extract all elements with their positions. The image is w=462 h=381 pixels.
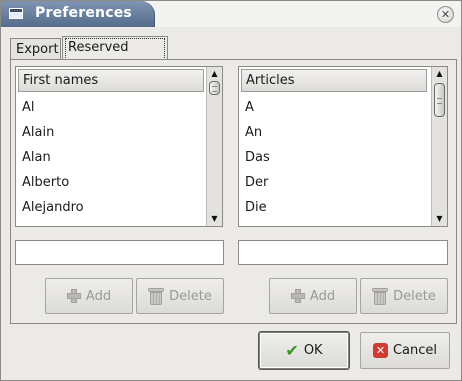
list-item[interactable]: Al [22, 95, 84, 120]
scroll-up-arrow-icon[interactable]: ▲ [207, 67, 222, 81]
add-first-name-button[interactable]: Add [45, 278, 133, 314]
add-button-label: Add [85, 288, 112, 304]
first-names-list[interactable]: First names Al Alain Alan Alberto Alejan… [15, 66, 223, 227]
tab-reserved-words[interactable]: Reserved words [62, 36, 168, 76]
ok-button[interactable]: ✔ OK [259, 332, 349, 369]
close-button[interactable]: ✕ [437, 6, 454, 23]
title-tab[interactable]: Preferences [1, 1, 155, 27]
first-name-input[interactable] [15, 240, 224, 265]
list-item[interactable]: Die [245, 195, 270, 220]
cancel-x-icon: ✕ [372, 343, 388, 358]
delete-button-label: Delete [393, 288, 436, 304]
scrollbar-thumb[interactable] [209, 81, 220, 95]
ok-button-label: OK [303, 343, 323, 358]
list-item[interactable]: Das [245, 145, 270, 170]
articles-rows: A An Das Der Die [245, 95, 270, 220]
window-title: Preferences [35, 5, 132, 21]
trash-icon [372, 287, 389, 305]
list-item[interactable]: Alain [22, 120, 84, 145]
delete-button-label: Delete [169, 288, 212, 304]
tab-export[interactable]: Export [10, 38, 61, 60]
window-icon [9, 8, 23, 19]
list-item[interactable]: Alejandro [22, 195, 84, 220]
articles-scrollbar[interactable]: ▲ ▼ [431, 67, 447, 226]
cancel-button-label: Cancel [392, 343, 438, 358]
preferences-window: Preferences ✕ Export Reserved words Firs… [0, 0, 462, 381]
article-input[interactable] [238, 240, 448, 265]
plus-icon [66, 289, 81, 303]
list-item[interactable]: Alberto [22, 170, 84, 195]
list-item[interactable]: A [245, 95, 270, 120]
delete-article-button[interactable]: Delete [360, 278, 448, 314]
trash-icon [148, 287, 165, 305]
add-button-label: Add [309, 288, 336, 304]
delete-first-name-button[interactable]: Delete [136, 278, 224, 314]
close-icon: ✕ [440, 8, 451, 21]
list-item[interactable]: Der [245, 170, 270, 195]
scroll-up-arrow-icon[interactable]: ▲ [432, 67, 447, 81]
articles-column-header[interactable]: Articles [241, 69, 427, 92]
first-names-scrollbar[interactable]: ▲ ▼ [206, 67, 222, 226]
first-names-rows: Al Alain Alan Alberto Alejandro [22, 95, 84, 220]
cancel-button[interactable]: ✕ Cancel [360, 332, 450, 369]
title-bar[interactable]: Preferences ✕ [1, 1, 461, 27]
plus-icon [290, 289, 305, 303]
list-item[interactable]: Alan [22, 145, 84, 170]
scrollbar-thumb[interactable] [434, 83, 445, 117]
scroll-down-arrow-icon[interactable]: ▼ [432, 212, 447, 226]
scroll-down-arrow-icon[interactable]: ▼ [207, 212, 222, 226]
add-article-button[interactable]: Add [269, 278, 357, 314]
checkmark-icon: ✔ [285, 340, 299, 360]
first-names-column-header[interactable]: First names [18, 69, 204, 92]
list-item[interactable]: An [245, 120, 270, 145]
articles-list[interactable]: Articles A An Das Der Die ▲ ▼ [238, 66, 448, 227]
tab-export-label: Export [16, 42, 59, 57]
